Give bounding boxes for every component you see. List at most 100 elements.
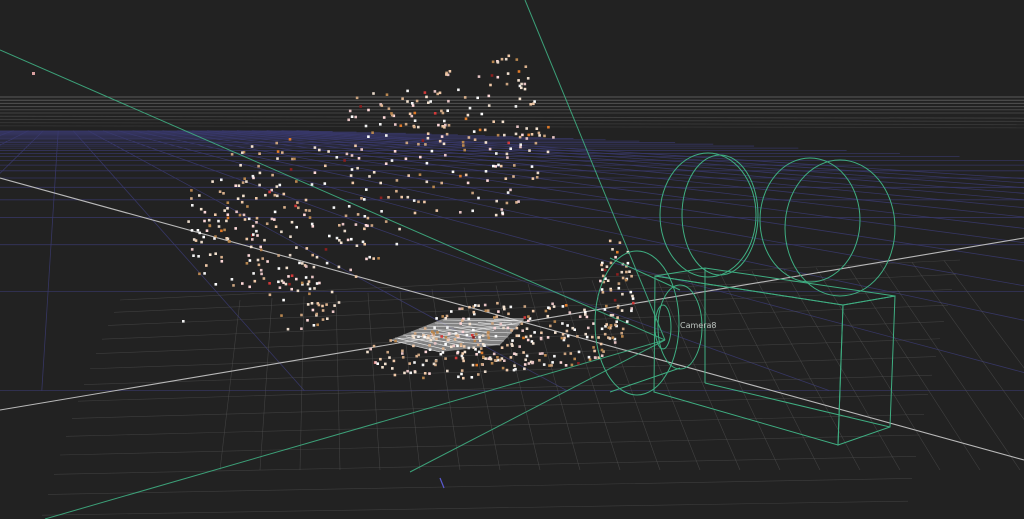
point bbox=[398, 227, 401, 231]
point bbox=[313, 287, 316, 290]
point bbox=[273, 218, 276, 221]
3d-viewport[interactable]: Camera8 bbox=[0, 0, 1024, 519]
point bbox=[382, 116, 386, 119]
point bbox=[313, 171, 317, 174]
point bbox=[520, 322, 524, 325]
point bbox=[525, 354, 529, 358]
point bbox=[564, 304, 568, 307]
point bbox=[304, 276, 308, 279]
point bbox=[477, 350, 481, 354]
point bbox=[393, 373, 397, 377]
camera-label[interactable]: Camera8 bbox=[680, 321, 716, 330]
point bbox=[223, 228, 226, 232]
point bbox=[412, 336, 416, 339]
point bbox=[230, 153, 234, 156]
point bbox=[617, 286, 621, 290]
point bbox=[518, 97, 522, 101]
point bbox=[275, 141, 278, 145]
point bbox=[208, 253, 212, 256]
point bbox=[364, 224, 368, 227]
point bbox=[499, 322, 503, 326]
point bbox=[214, 252, 217, 255]
grid-line bbox=[335, 294, 341, 471]
point bbox=[495, 152, 498, 155]
scene-canvas[interactable]: Camera8 bbox=[0, 0, 1024, 519]
point bbox=[448, 70, 452, 73]
point bbox=[32, 72, 35, 75]
point bbox=[552, 136, 555, 139]
point bbox=[308, 287, 312, 291]
point bbox=[517, 70, 521, 73]
point bbox=[220, 260, 224, 263]
point bbox=[325, 261, 329, 265]
point bbox=[346, 238, 350, 242]
point bbox=[593, 356, 597, 359]
point bbox=[312, 324, 316, 327]
point bbox=[616, 273, 619, 276]
point bbox=[360, 197, 363, 200]
point bbox=[192, 254, 195, 257]
point bbox=[409, 371, 412, 375]
point bbox=[490, 74, 494, 77]
point bbox=[408, 112, 412, 116]
point bbox=[437, 123, 440, 127]
point bbox=[424, 350, 428, 354]
point bbox=[445, 132, 449, 136]
point bbox=[202, 235, 205, 239]
point bbox=[515, 58, 519, 61]
point bbox=[289, 235, 292, 238]
point bbox=[406, 195, 410, 199]
point bbox=[444, 357, 447, 360]
point bbox=[476, 96, 479, 100]
grid-line bbox=[41, 130, 59, 391]
point bbox=[460, 354, 464, 358]
grid-line bbox=[719, 272, 821, 471]
camera-gizmo[interactable] bbox=[594, 152, 896, 446]
point bbox=[533, 331, 536, 334]
grid-line bbox=[83, 356, 937, 385]
point bbox=[613, 341, 617, 344]
point bbox=[363, 198, 366, 201]
point bbox=[220, 178, 223, 182]
point bbox=[436, 92, 439, 96]
point bbox=[273, 210, 277, 214]
point bbox=[500, 57, 504, 61]
point bbox=[423, 200, 426, 204]
point bbox=[304, 198, 308, 202]
point bbox=[491, 322, 494, 325]
point bbox=[392, 359, 396, 363]
point bbox=[506, 156, 509, 159]
point bbox=[484, 141, 488, 144]
point bbox=[601, 291, 605, 294]
point bbox=[486, 309, 490, 312]
grid-line bbox=[911, 262, 1024, 420]
point bbox=[341, 222, 345, 226]
point bbox=[339, 241, 343, 245]
point bbox=[214, 213, 217, 216]
point bbox=[395, 189, 398, 193]
point bbox=[356, 166, 359, 170]
point bbox=[321, 304, 324, 308]
point bbox=[255, 221, 258, 224]
point bbox=[286, 327, 290, 331]
point bbox=[411, 104, 415, 107]
point bbox=[380, 210, 383, 213]
point bbox=[493, 316, 496, 319]
grid-line bbox=[95, 321, 945, 354]
point bbox=[461, 319, 464, 322]
grid-line bbox=[559, 281, 621, 471]
point bbox=[230, 278, 234, 281]
point bbox=[506, 72, 510, 75]
point bbox=[222, 192, 225, 195]
point bbox=[316, 323, 319, 327]
point bbox=[271, 173, 274, 177]
point bbox=[510, 329, 513, 332]
point bbox=[247, 217, 251, 221]
point bbox=[497, 310, 500, 313]
point bbox=[432, 336, 435, 340]
point bbox=[480, 363, 484, 366]
point bbox=[609, 313, 613, 317]
point bbox=[616, 316, 619, 319]
point bbox=[446, 109, 449, 112]
point bbox=[228, 240, 231, 243]
